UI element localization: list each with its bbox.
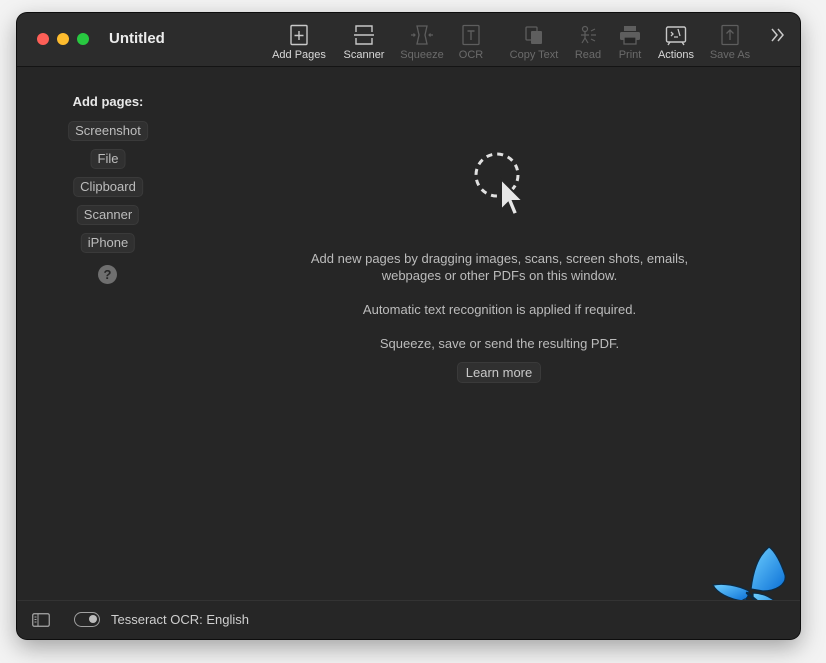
app-window: Untitled Add Pages Scanner Squeeze OCR C… [17, 13, 800, 639]
ocr-toggle[interactable] [74, 612, 100, 627]
read-icon [581, 25, 596, 44]
ocr-toggle-knob [89, 615, 97, 623]
source-clipboard-button[interactable]: Clipboard [73, 177, 143, 197]
read-label: Read [574, 49, 602, 61]
save-as-icon [721, 24, 739, 46]
copy-text-button[interactable]: Copy Text [505, 13, 563, 66]
add-pages-icon [290, 24, 308, 46]
drag-cursor-icon [474, 152, 526, 217]
source-screenshot-button[interactable]: Screenshot [68, 121, 148, 141]
ocr-status-label: Tesseract OCR: English [111, 612, 249, 627]
ocr-button[interactable]: OCR [453, 13, 489, 66]
chevron-double-right-icon[interactable] [769, 26, 787, 44]
drop-area[interactable]: Add new pages by dragging images, scans,… [199, 67, 800, 600]
scanner-label: Scanner [343, 49, 385, 61]
print-button[interactable]: Print [613, 13, 647, 66]
actions-icon [665, 26, 687, 46]
squeeze-note: Squeeze, save or send the resulting PDF. [379, 336, 620, 351]
minimize-button[interactable] [57, 33, 69, 45]
help-button[interactable]: ? [98, 265, 117, 284]
copy-text-label: Copy Text [509, 49, 559, 61]
save-as-button[interactable]: Save As [707, 13, 753, 66]
instruction-line-2: webpages or other PDFs on this window. [381, 268, 618, 283]
print-label: Print [618, 49, 642, 61]
squeeze-label: Squeeze [400, 49, 444, 61]
scanner-icon [354, 25, 374, 45]
source-file-button[interactable]: File [90, 149, 126, 169]
ocr-icon [462, 24, 480, 46]
zoom-button[interactable] [77, 33, 89, 45]
close-button[interactable] [37, 33, 49, 45]
instruction-line-1: Add new pages by dragging images, scans,… [310, 251, 689, 266]
window-title: Untitled [109, 30, 165, 47]
print-icon [620, 26, 640, 45]
actions-label: Actions [657, 49, 695, 61]
scanner-button[interactable]: Scanner [339, 13, 389, 66]
ocr-label: OCR [458, 49, 484, 61]
sidebar-heading: Add pages: [72, 94, 144, 109]
save-as-label: Save As [709, 49, 751, 61]
titlebar: Untitled Add Pages Scanner Squeeze OCR C… [17, 13, 800, 67]
ocr-note: Automatic text recognition is applied if… [362, 302, 637, 317]
add-pages-button[interactable]: Add Pages [269, 13, 329, 66]
read-button[interactable]: Read [571, 13, 605, 66]
source-scanner-button[interactable]: Scanner [76, 205, 140, 225]
sidebar-toggle-icon[interactable] [32, 613, 50, 627]
actions-button[interactable]: Actions [653, 13, 699, 66]
add-pages-label: Add Pages [272, 49, 326, 61]
status-bar: Tesseract OCR: English [17, 600, 800, 639]
learn-more-button[interactable]: Learn more [457, 362, 541, 383]
squeeze-button[interactable]: Squeeze [397, 13, 447, 66]
copy-text-icon [525, 26, 542, 44]
squeeze-icon [411, 25, 433, 45]
source-iphone-button[interactable]: iPhone [80, 233, 136, 253]
